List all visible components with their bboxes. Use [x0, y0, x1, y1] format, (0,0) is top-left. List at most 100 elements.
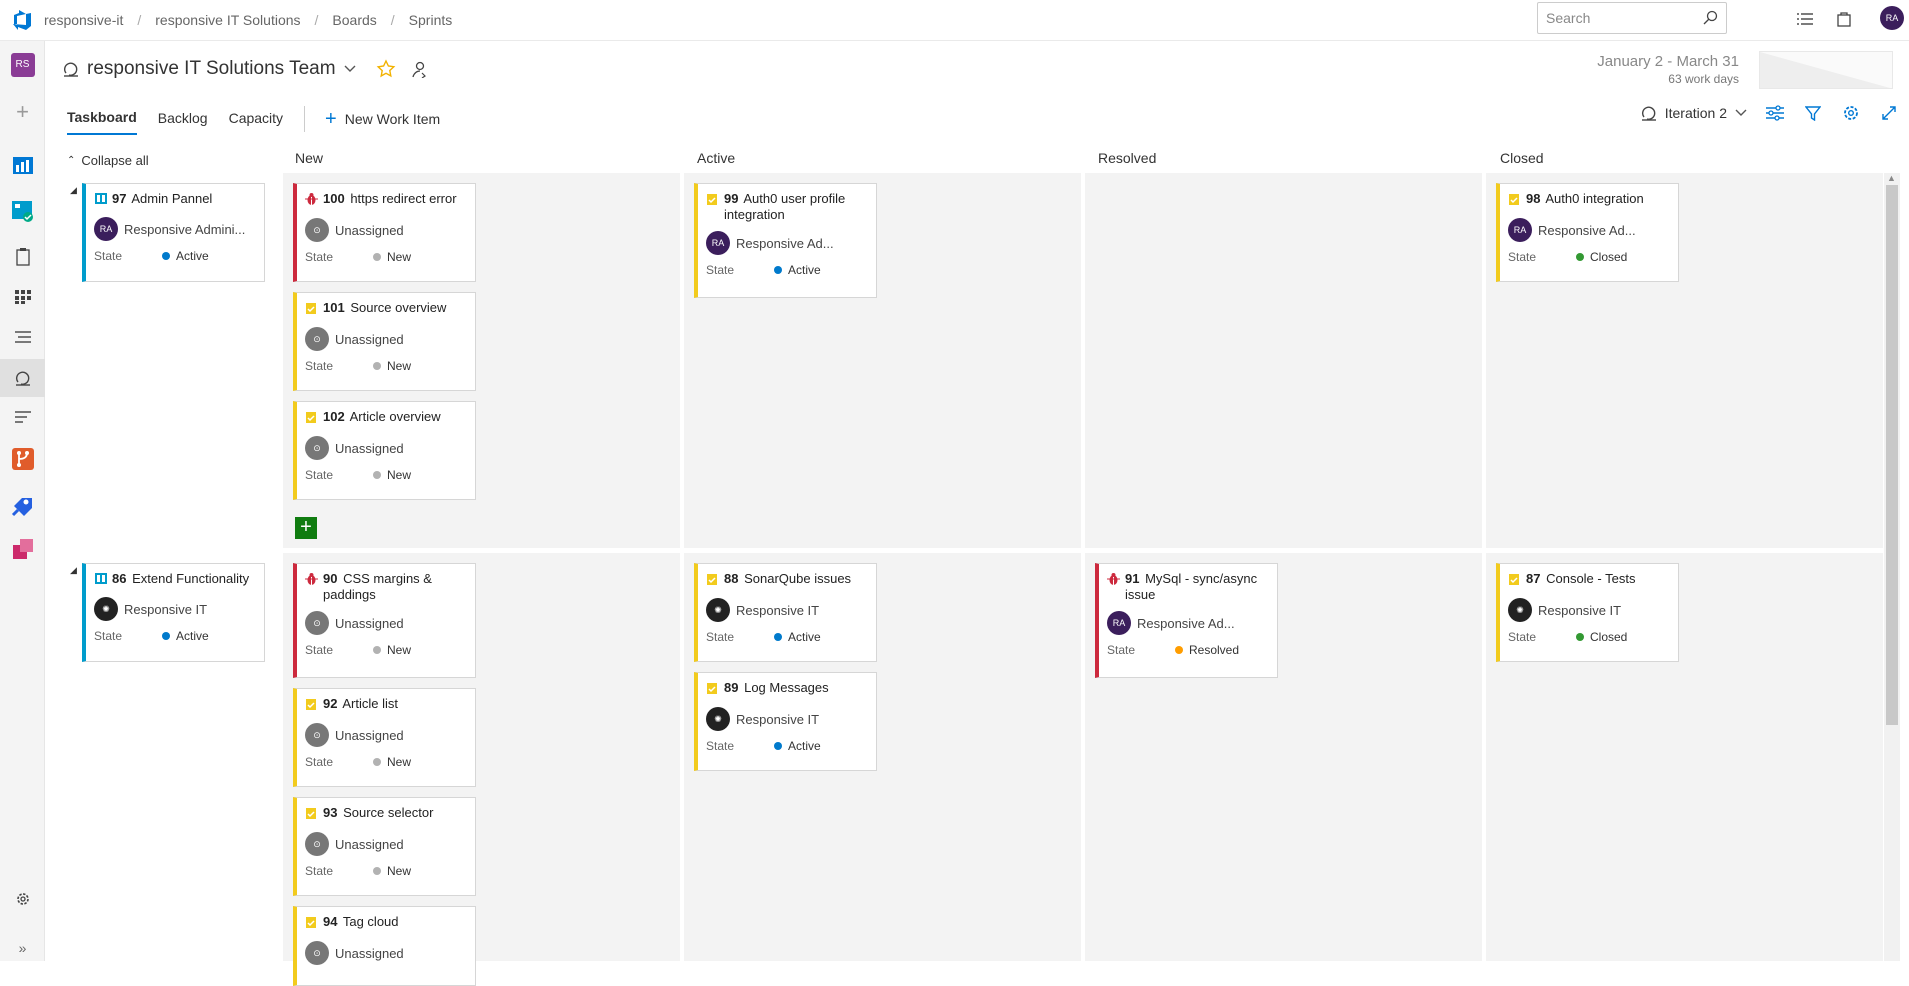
team-title[interactable]: responsive IT Solutions Team: [87, 58, 336, 80]
queries-icon[interactable]: [9, 403, 36, 430]
repos-icon[interactable]: [9, 445, 36, 472]
work-item-title[interactable]: Source overview: [350, 300, 446, 315]
task-card[interactable]: 101 Source overview ⊙ Unassigned State New: [293, 292, 476, 391]
user-avatar[interactable]: RA: [1880, 6, 1904, 30]
task-card[interactable]: 102 Article overview ⊙ Unassigned State Ne…: [293, 401, 476, 500]
work-item-title[interactable]: Console - Tests: [1546, 571, 1635, 586]
assignee-name[interactable]: Unassigned: [335, 441, 404, 456]
state-value[interactable]: Active: [788, 630, 821, 644]
state-value[interactable]: Active: [788, 263, 821, 277]
task-card[interactable]: 100 https redirect error ⊙ Unassigned Sta…: [293, 183, 476, 282]
assignee-name[interactable]: Unassigned: [335, 223, 404, 238]
add-task-button[interactable]: +: [295, 517, 317, 539]
state-value[interactable]: Resolved: [1189, 643, 1239, 657]
search-box[interactable]: Search: [1537, 2, 1727, 34]
chevron-down-icon[interactable]: [344, 65, 356, 73]
assignee-name[interactable]: Responsive Ad...: [1137, 616, 1235, 631]
pipelines-icon[interactable]: [9, 491, 36, 518]
scroll-up-arrow-icon[interactable]: ▲: [1887, 173, 1896, 183]
lane-collapse-toggle[interactable]: ◢: [70, 565, 77, 576]
work-item-title[interactable]: Article overview: [350, 409, 441, 424]
assignee-name[interactable]: Responsive IT: [736, 603, 819, 618]
state-value[interactable]: New: [387, 359, 411, 373]
new-project-plus-icon[interactable]: +: [9, 98, 36, 125]
state-value[interactable]: Active: [176, 249, 209, 263]
work-items-icon[interactable]: [9, 243, 36, 270]
state-value[interactable]: New: [387, 250, 411, 264]
assignee-name[interactable]: Unassigned: [335, 616, 404, 631]
state-value[interactable]: New: [387, 468, 411, 482]
assignee-name[interactable]: Unassigned: [335, 332, 404, 347]
scrollbar-thumb[interactable]: [1886, 185, 1898, 725]
assignee-name[interactable]: Unassigned: [335, 728, 404, 743]
breadcrumb-project[interactable]: responsive IT Solutions: [155, 12, 300, 28]
work-item-title[interactable]: Auth0 integration: [1545, 191, 1643, 206]
task-card[interactable]: 90 CSS margins & paddings ⊙ Unassigned St…: [293, 563, 476, 678]
task-card[interactable]: 87 Console - Tests ✺ Responsive IT State C…: [1496, 563, 1679, 662]
boards-grid-icon[interactable]: [9, 283, 36, 310]
work-item-title[interactable]: Extend Functionality: [132, 571, 249, 586]
state-value[interactable]: New: [387, 755, 411, 769]
favorite-star-icon[interactable]: [376, 59, 396, 79]
search-icon[interactable]: [1702, 10, 1718, 26]
new-work-item-button[interactable]: + New Work Item: [325, 109, 440, 129]
work-items-list-icon[interactable]: [1794, 8, 1816, 30]
search-input[interactable]: Search: [1546, 10, 1702, 26]
parent-card[interactable]: 86 Extend Functionality ✺ Responsive IT S…: [82, 563, 265, 662]
assignee-name[interactable]: Unassigned: [335, 837, 404, 852]
azure-devops-logo-icon[interactable]: [0, 0, 44, 41]
task-card[interactable]: 94 Tag cloud ⊙ Unassigned: [293, 906, 476, 986]
filter-icon[interactable]: [1803, 103, 1823, 123]
tab-capacity[interactable]: Capacity: [229, 104, 283, 134]
project-avatar[interactable]: RS: [9, 51, 36, 78]
sprints-icon[interactable]: [0, 359, 45, 397]
state-value[interactable]: New: [387, 643, 411, 657]
breadcrumb-sprints[interactable]: Sprints: [409, 12, 453, 28]
tab-backlog[interactable]: Backlog: [158, 104, 208, 134]
task-card[interactable]: 98 Auth0 integration RA Responsive Ad... …: [1496, 183, 1679, 282]
state-value[interactable]: New: [387, 864, 411, 878]
board-scrollbar[interactable]: ▲: [1884, 173, 1900, 961]
work-item-title[interactable]: Source selector: [343, 805, 433, 820]
task-card[interactable]: 93 Source selector ⊙ Unassigned State New: [293, 797, 476, 896]
marketplace-bag-icon[interactable]: [1833, 8, 1855, 30]
state-value[interactable]: Closed: [1590, 630, 1627, 644]
overview-icon[interactable]: [9, 151, 36, 178]
assignee-name[interactable]: Responsive IT: [124, 602, 207, 617]
tab-taskboard[interactable]: Taskboard: [67, 103, 137, 135]
state-value[interactable]: Closed: [1590, 250, 1627, 264]
task-card[interactable]: 92 Article list ⊙ Unassigned State New: [293, 688, 476, 787]
assignee-name[interactable]: Responsive Ad...: [736, 236, 834, 251]
assignee-name[interactable]: Responsive IT: [1538, 603, 1621, 618]
task-card[interactable]: 91 MySql - sync/async issue RA Responsive…: [1095, 563, 1278, 678]
assignee-name[interactable]: Responsive Ad...: [1538, 223, 1636, 238]
work-item-title[interactable]: Log Messages: [744, 680, 829, 695]
work-item-title[interactable]: MySql - sync/async issue: [1125, 571, 1257, 602]
boards-icon[interactable]: [9, 197, 36, 224]
work-item-title[interactable]: SonarQube issues: [744, 571, 851, 586]
assignee-name[interactable]: Unassigned: [335, 946, 404, 961]
expand-rail-chevron-icon[interactable]: »: [9, 934, 36, 961]
breadcrumb-boards[interactable]: Boards: [332, 12, 376, 28]
state-value[interactable]: Active: [788, 739, 821, 753]
work-item-title[interactable]: Auth0 user profile integration: [724, 191, 845, 222]
burndown-chart-thumbnail[interactable]: [1759, 51, 1893, 89]
work-item-title[interactable]: Tag cloud: [343, 914, 399, 929]
state-value[interactable]: Active: [176, 629, 209, 643]
work-item-title[interactable]: CSS margins & paddings: [323, 571, 432, 602]
assignee-name[interactable]: Responsive Admini...: [124, 222, 245, 237]
backlogs-icon[interactable]: [9, 323, 36, 350]
project-settings-gear-icon[interactable]: [9, 885, 36, 912]
team-selector[interactable]: responsive IT Solutions Team: [63, 58, 428, 80]
iteration-picker[interactable]: Iteration 2: [1641, 105, 1747, 121]
lane-collapse-toggle[interactable]: ◢: [70, 185, 77, 196]
fullscreen-icon[interactable]: [1879, 103, 1899, 123]
assignee-name[interactable]: Responsive IT: [736, 712, 819, 727]
work-item-title[interactable]: Article list: [342, 696, 398, 711]
task-card[interactable]: 89 Log Messages ✺ Responsive IT State Acti…: [694, 672, 877, 771]
work-item-title[interactable]: Admin Pannel: [131, 191, 212, 206]
collapse-all-button[interactable]: ⌃ Collapse all: [67, 153, 149, 168]
parent-card[interactable]: 97 Admin Pannel RA Responsive Admini... S…: [82, 183, 265, 282]
settings-gear-icon[interactable]: [1841, 103, 1861, 123]
breadcrumb-organization[interactable]: responsive-it: [44, 12, 123, 28]
